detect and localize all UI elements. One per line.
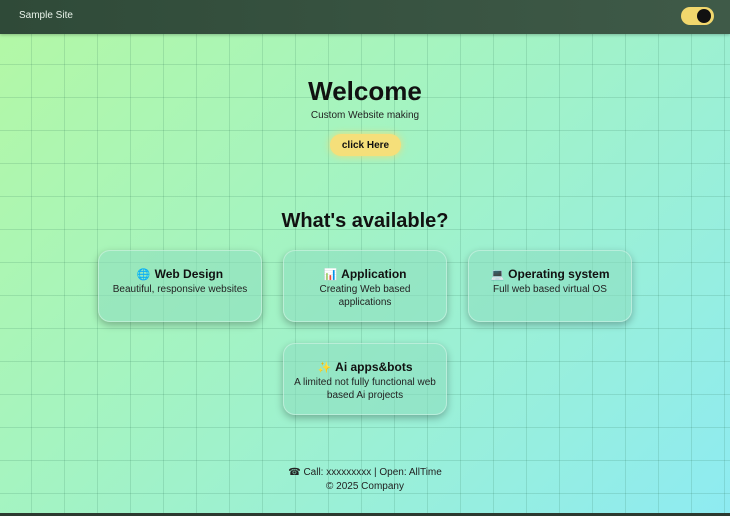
computer-icon: 💻 (490, 269, 505, 281)
site-title[interactable]: Sample Site (19, 10, 73, 21)
card-web-design[interactable]: 🌐 Web Design Beautiful, responsive websit… (98, 250, 262, 322)
card-title: 💻 Operating system (469, 267, 631, 281)
hero-subtitle: Custom Website making (310, 110, 420, 121)
card-title-text: Application (341, 267, 407, 281)
footer-contact: ☎ Call: xxxxxxxxx | Open: AllTime (0, 467, 730, 478)
bar-chart-icon: 📊 (323, 269, 338, 281)
card-operating-system[interactable]: 💻 Operating system Full web based virtual… (468, 250, 632, 322)
card-ai-apps-bots[interactable]: ✨ Ai apps&bots A limited not fully functi… (283, 343, 447, 415)
contact-text: Call: xxxxxxxxx | Open: AllTime (303, 467, 442, 478)
hero-title: Welcome (308, 76, 422, 106)
card-title-text: Operating system (508, 267, 610, 281)
card-description: A limited not fully functional web based… (294, 377, 436, 401)
card-title-text: Ai apps&bots (335, 360, 413, 374)
globe-icon: 🌐 (136, 269, 151, 281)
card-title: ✨ Ai apps&bots (284, 360, 446, 374)
toggle-knob (697, 9, 711, 23)
theme-toggle[interactable] (681, 7, 714, 25)
card-description: Beautiful, responsive websites (112, 284, 248, 295)
card-title-text: Web Design (154, 267, 224, 281)
card-description: Full web based virtual OS (493, 284, 607, 295)
card-title: 🌐 Web Design (99, 267, 261, 281)
section-title: What's available? (281, 210, 449, 232)
sparkles-icon: ✨ (317, 362, 332, 374)
card-application[interactable]: 📊 Application Creating Web based applicat… (283, 250, 447, 322)
top-navbar: Sample Site (0, 0, 730, 34)
click-here-button[interactable]: click Here (330, 134, 401, 156)
footer-copyright: © 2025 Company (326, 481, 404, 492)
card-title: 📊 Application (284, 267, 446, 281)
phone-icon: ☎ (288, 467, 301, 478)
card-description: Creating Web based applications (319, 284, 411, 308)
